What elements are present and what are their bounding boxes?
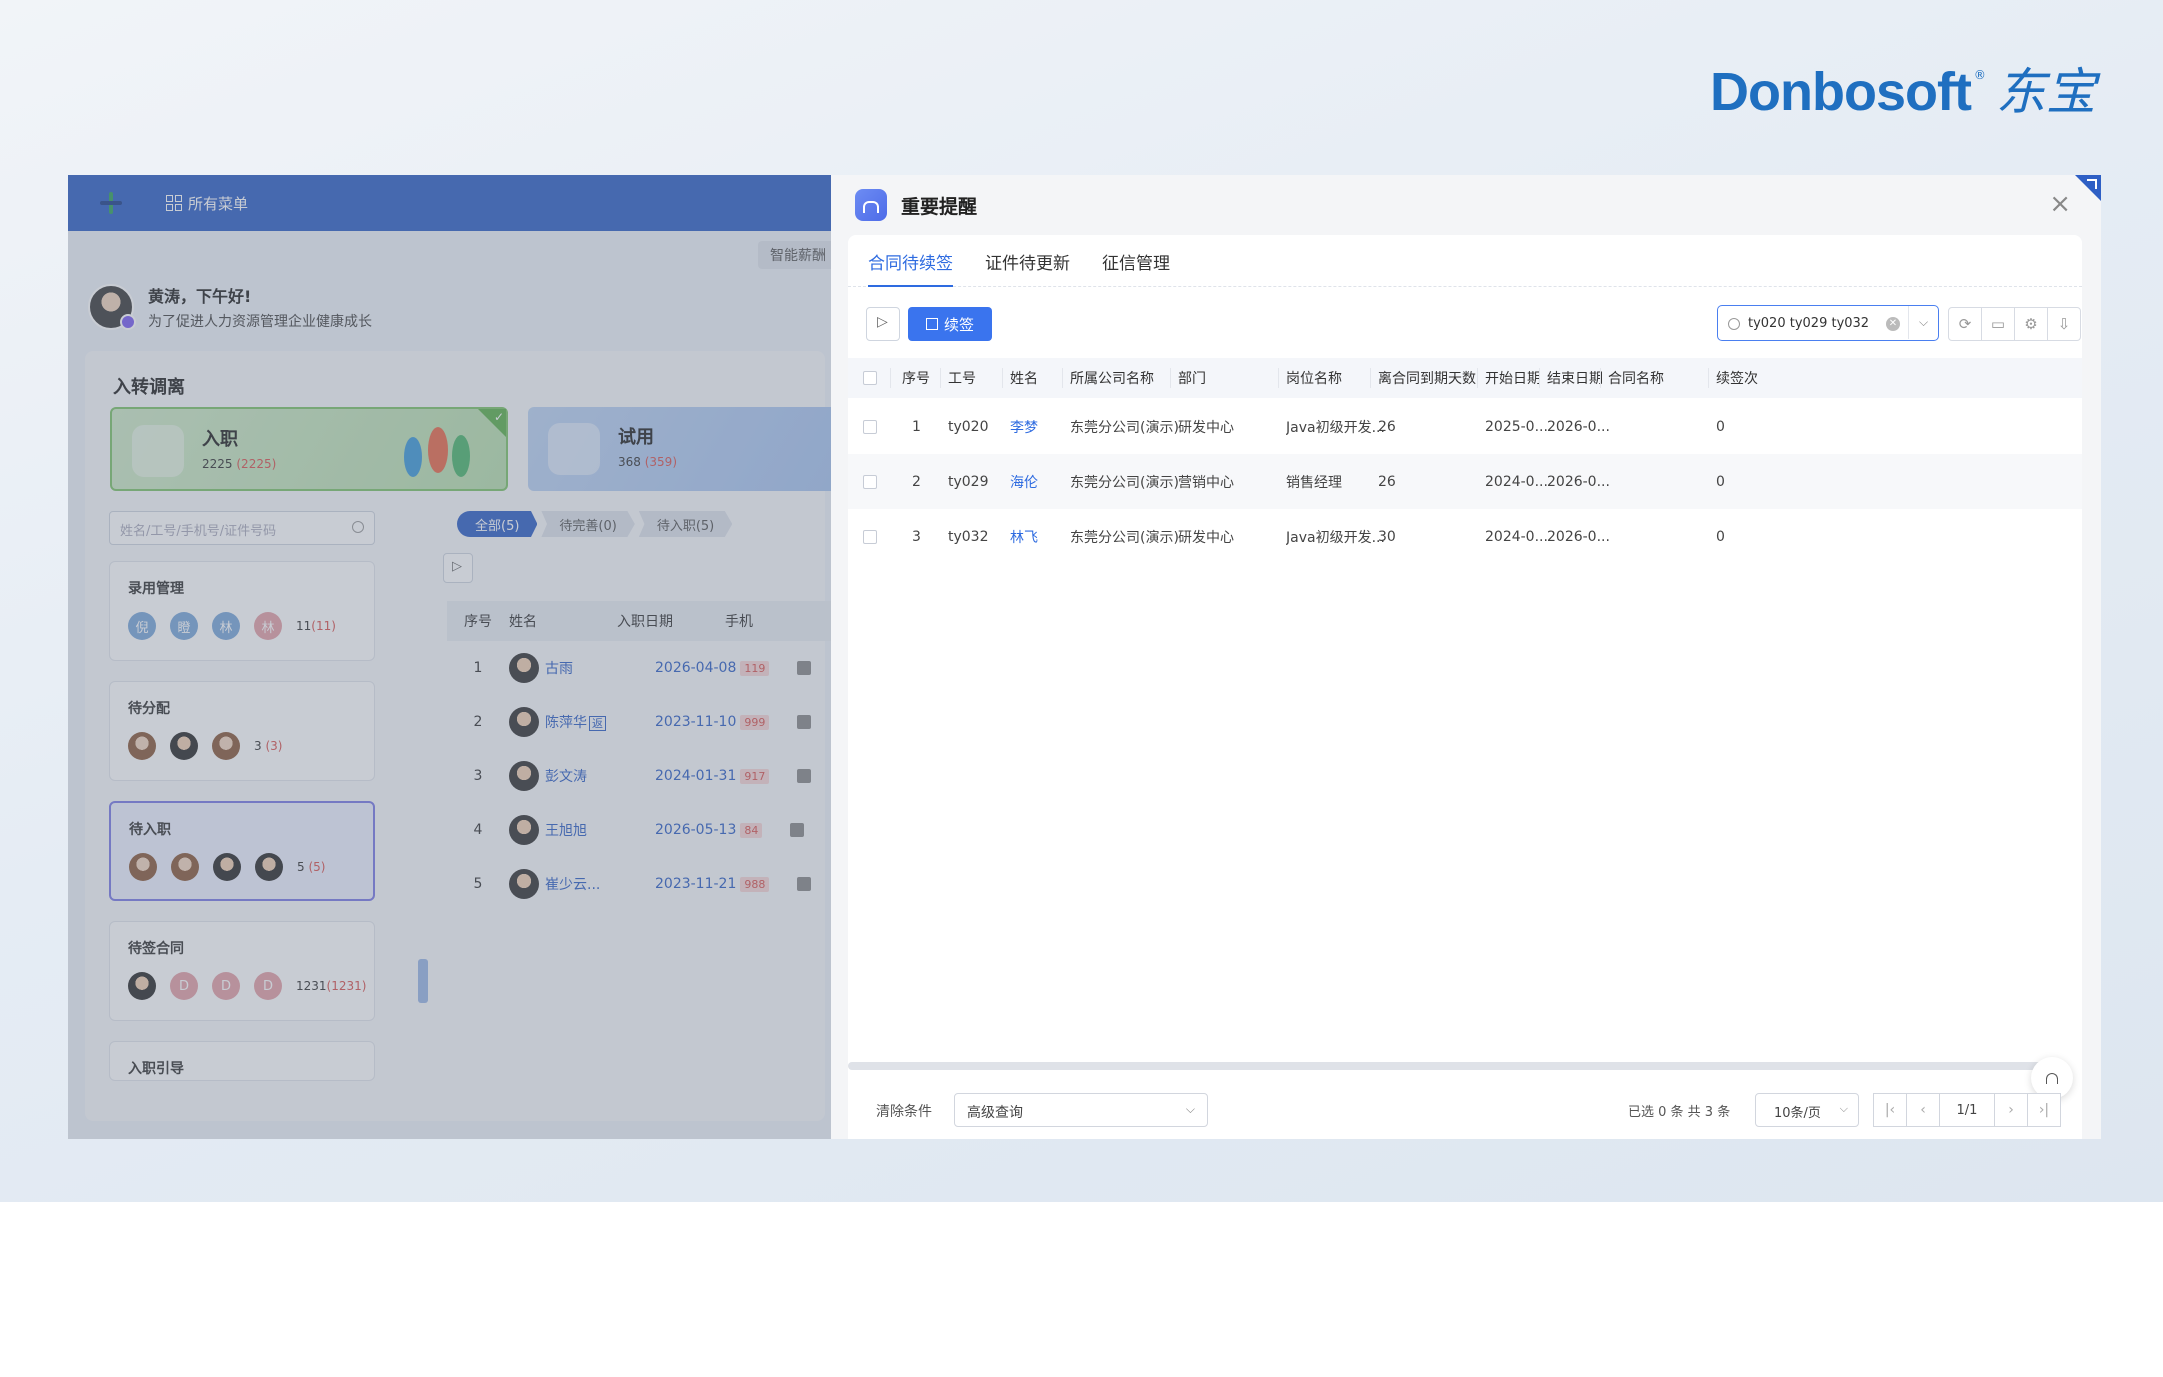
page-size-select[interactable]: 10条/页 ⌵	[1755, 1093, 1859, 1127]
tab-certificate-update[interactable]: 证件待更新	[985, 235, 1070, 287]
slide-background: Donbosoft ® 东宝 所有菜单 智能薪酬 黄涛，下午好! 为了促进人力资…	[0, 0, 2163, 1202]
renew-button[interactable]: 续签	[908, 307, 992, 341]
col-header-post[interactable]: 岗位名称	[1286, 358, 1342, 398]
search-value: ty020 ty029 ty032	[1748, 315, 1870, 331]
clear-icon[interactable]: ✕	[1886, 317, 1900, 331]
edit-icon	[925, 318, 938, 330]
clear-conditions-link[interactable]: 清除条件	[876, 1101, 932, 1121]
next-page-icon[interactable]: ›	[1994, 1093, 2028, 1127]
search-icon	[1728, 318, 1740, 330]
brand-registered-mark: ®	[1973, 68, 1986, 82]
modal-overlay[interactable]	[68, 175, 831, 1139]
expand-button[interactable]	[866, 307, 900, 341]
col-header-company[interactable]: 所属公司名称	[1070, 358, 1154, 398]
grid-toolbar: 续签 ty020 ty029 ty032 ✕ ⌵ ⟳ ▭ ⚙ ⇩	[866, 305, 2081, 343]
search-input[interactable]: ty020 ty029 ty032 ✕ ⌵	[1717, 305, 1939, 341]
chevron-down-icon[interactable]: ⌵	[1908, 306, 1938, 339]
employee-name-link[interactable]: 林飞	[1010, 509, 1038, 564]
app-window: 所有菜单 智能薪酬 黄涛，下午好! 为了促进人力资源管理企业健康成长 入转调离 …	[68, 175, 2101, 1139]
grid-footer: 清除条件 高级查询 ⌵ 已选 0 条 共 3 条 10条/页 ⌵ |‹ ‹ 1/…	[848, 1081, 2082, 1139]
download-icon[interactable]: ⇩	[2047, 307, 2081, 341]
alarm-icon	[855, 189, 887, 221]
table-row[interactable]: 2 ty029 海伦 东莞分公司(演示) 营销中心 销售经理 26 2024-0…	[848, 454, 2082, 509]
page-indicator: 1/1	[1939, 1093, 1995, 1127]
refresh-icon[interactable]: ⟳	[1948, 307, 1982, 341]
col-header-name[interactable]: 姓名	[1010, 358, 1038, 398]
row-checkbox[interactable]	[863, 454, 877, 509]
close-icon[interactable]: ×	[2049, 191, 2071, 217]
tab-contract-renewal[interactable]: 合同待续签	[868, 235, 953, 287]
advanced-query-select[interactable]: 高级查询 ⌵	[954, 1093, 1208, 1127]
corner-expand-icon[interactable]	[2075, 175, 2101, 201]
brand-wordmark: Donbosoft	[1710, 62, 1972, 122]
employee-name-link[interactable]: 李梦	[1010, 399, 1038, 454]
chevron-down-icon: ⌵	[1839, 1102, 1848, 1115]
settings-icon[interactable]: ⚙	[2014, 307, 2048, 341]
drawer-title: 重要提醒	[901, 195, 978, 218]
drawer-body: 合同待续签 证件待更新 征信管理 续签 ty020 ty029 ty032 ✕ …	[848, 235, 2082, 1139]
table-row[interactable]: 3 ty032 林飞 东莞分公司(演示) 研发中心 Java初级开发... 30…	[848, 509, 2082, 564]
export-icon[interactable]: ▭	[1981, 307, 2015, 341]
col-header-index[interactable]: 序号	[902, 358, 930, 398]
col-header-days[interactable]: 离合同到期天数	[1378, 358, 1476, 398]
reminder-tabs: 合同待续签 证件待更新 征信管理	[848, 235, 2082, 287]
brand-logo: Donbosoft ® 东宝	[1710, 56, 2096, 136]
prev-page-icon[interactable]: ‹	[1906, 1093, 1940, 1127]
important-reminder-drawer: 重要提醒 × 合同待续签 证件待更新 征信管理 续签	[831, 175, 2101, 1139]
toolbar-icon-group: ⟳ ▭ ⚙ ⇩	[1948, 307, 2081, 341]
last-page-icon[interactable]: ›|	[2027, 1093, 2061, 1127]
pagination: |‹ ‹ 1/1 › ›|	[1873, 1093, 2061, 1127]
col-header-renew-times[interactable]: 续签次	[1716, 358, 1758, 398]
employee-name-link[interactable]: 海伦	[1010, 454, 1038, 509]
col-header-dept[interactable]: 部门	[1178, 358, 1206, 398]
drawer-header: 重要提醒	[855, 189, 977, 221]
table-row[interactable]: 1 ty020 李梦 东莞分公司(演示) 研发中心 Java初级开发... 26…	[848, 399, 2082, 454]
selection-info: 已选 0 条 共 3 条	[1628, 1105, 1731, 1120]
row-checkbox[interactable]	[863, 399, 877, 454]
horizontal-scrollbar[interactable]	[848, 1062, 2048, 1070]
row-checkbox[interactable]	[863, 509, 877, 564]
select-all-checkbox[interactable]	[863, 358, 877, 398]
col-header-end[interactable]: 结束日期	[1547, 358, 1603, 398]
chevron-down-icon: ⌵	[1185, 1102, 1195, 1116]
col-header-start[interactable]: 开始日期	[1485, 358, 1541, 398]
tab-credit-management[interactable]: 征信管理	[1102, 235, 1170, 287]
table-header: 序号 工号 姓名 所属公司名称 部门 岗位名称 离合同到期天数 开始日期 结束日…	[848, 358, 2082, 398]
first-page-icon[interactable]: |‹	[1873, 1093, 1907, 1127]
brand-chinese-name: 东宝	[1995, 63, 2096, 121]
col-header-contract[interactable]: 合同名称	[1608, 358, 1664, 398]
col-header-code[interactable]: 工号	[948, 358, 976, 398]
